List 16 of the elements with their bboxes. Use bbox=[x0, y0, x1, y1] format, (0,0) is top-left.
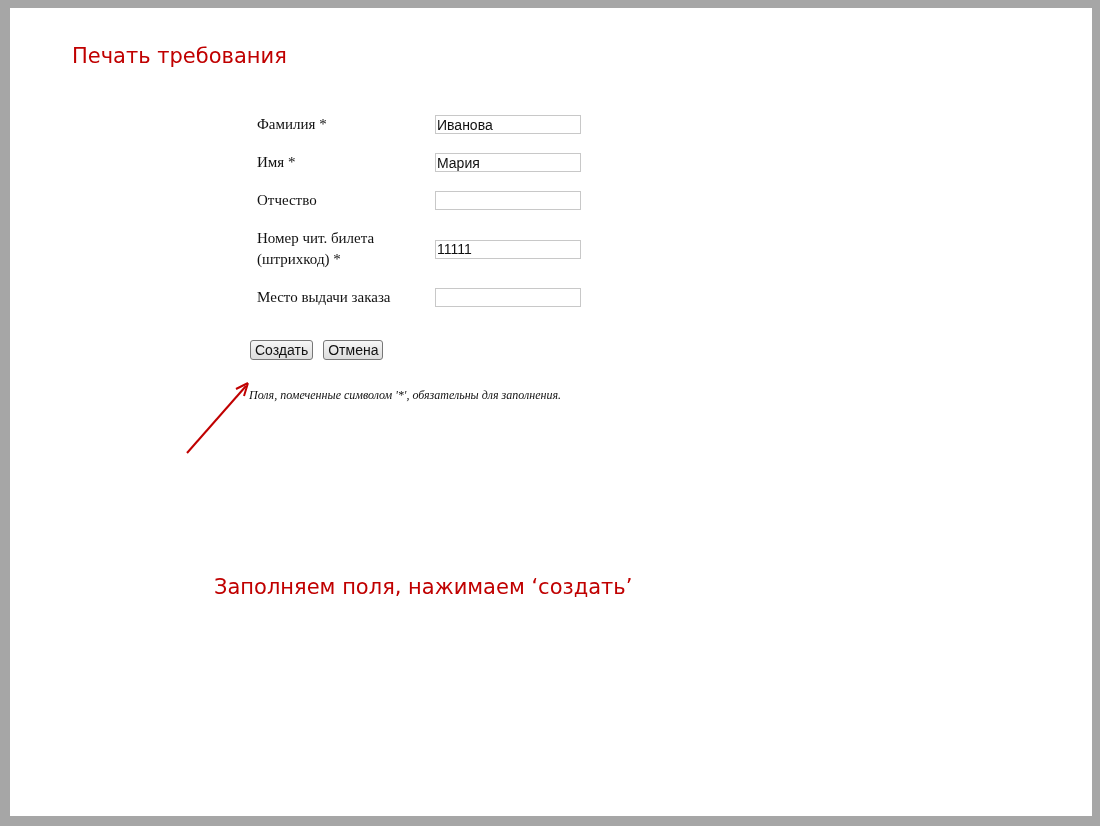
field-label: Место выдачи заказа bbox=[257, 288, 392, 307]
slide-caption: Заполняем поля, нажимаем ‘создать’ bbox=[214, 575, 634, 599]
field-label: Фамилия * bbox=[257, 115, 328, 134]
field-label: Имя * bbox=[257, 153, 297, 172]
input-field[interactable]: Иванова bbox=[435, 115, 581, 134]
input-field[interactable]: Мария bbox=[435, 153, 581, 172]
input-field[interactable] bbox=[435, 288, 581, 307]
required-note: Поля, помеченные символом '*', обязательны для заполнения. bbox=[249, 388, 563, 403]
input-field[interactable] bbox=[435, 191, 581, 210]
form-button[interactable]: Отмена bbox=[323, 340, 384, 360]
field-label: Отчество bbox=[257, 191, 318, 210]
field-label: Номер чит. билета (штрихкод) * bbox=[257, 229, 376, 269]
input-field[interactable]: 11111 bbox=[435, 239, 581, 259]
slide-title: Печать требования bbox=[72, 44, 288, 68]
form-button[interactable]: Создать bbox=[250, 340, 314, 360]
pointer-arrow bbox=[186, 382, 249, 454]
